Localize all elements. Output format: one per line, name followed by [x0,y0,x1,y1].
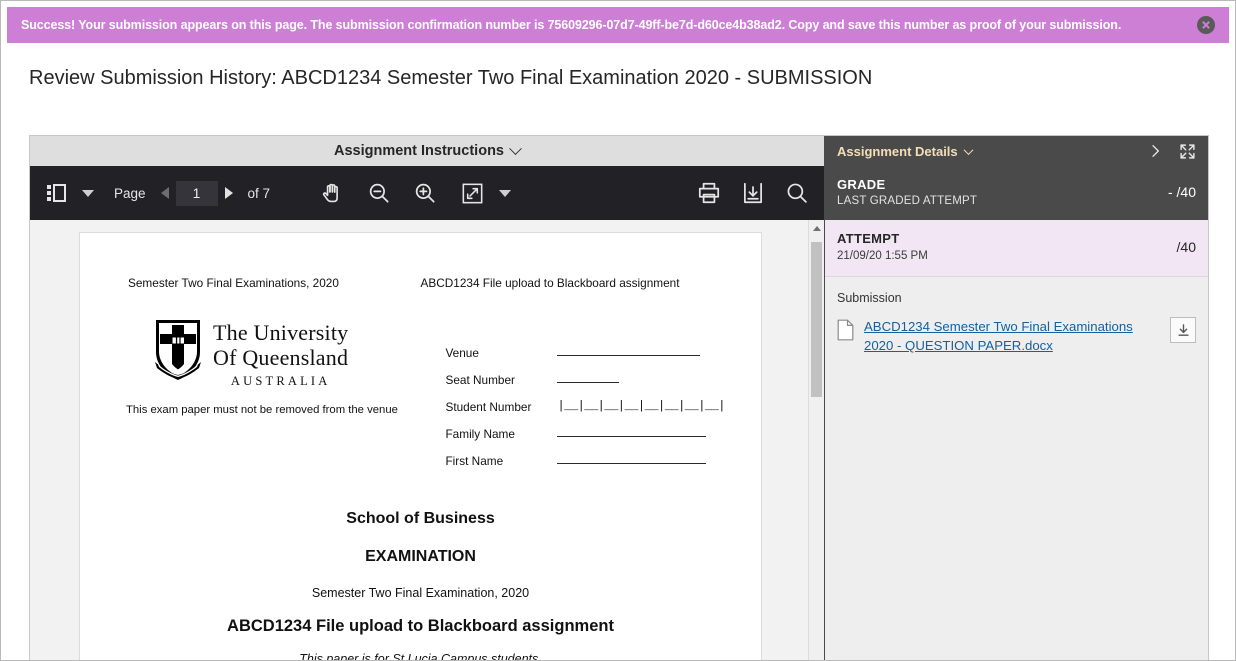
next-page-button[interactable] [224,187,233,199]
zoom-in-icon[interactable] [412,180,438,206]
field-label: First Name [445,454,504,468]
assignment-details-header: Assignment Details [825,136,1208,166]
school-name: School of Business [346,510,495,527]
chevron-right-icon[interactable] [1147,143,1163,159]
document-header-right: ABCD1234 File upload to Blackboard assig… [420,276,680,290]
assignment-details-panel: Assignment Details GRADE LAST GRADED ATT… [825,136,1209,660]
assignment-instructions-header[interactable]: Assignment Instructions [30,136,824,166]
success-banner-message: Success! Your submission appears on this… [21,18,1122,32]
scroll-up-arrow-icon[interactable] [809,220,824,236]
download-submission-button[interactable] [1170,317,1196,343]
field-write-line [557,355,701,356]
exam-removal-note: This exam paper must not be removed from… [126,404,398,417]
print-icon[interactable] [696,180,722,206]
field-write-line [557,436,707,437]
attempt-title: ATTEMPT [837,231,900,246]
field-label: Family Name [445,427,515,441]
campus-note: This paper is for St Lucia Campus studen… [299,652,542,661]
submission-section: Submission ABCD1234 Semester Two Final E… [825,277,1208,660]
field-label: Student Number [445,400,532,414]
success-banner: Success! Your submission appears on this… [7,7,1229,43]
logo-line-3: AUSTRALIA [230,374,331,389]
pdf-page-1: Semester Two Final Examinations, 2020 AB… [79,232,762,661]
document-header-left: Semester Two Final Examinations, 2020 [128,276,339,290]
field-row-seat-number: Seat Number [445,360,725,387]
page-title: Review Submission History: ABCD1234 Seme… [29,67,873,89]
attempt-row[interactable]: ATTEMPT 21/09/20 1:55 PM /40 [825,220,1208,277]
page-total-label: of 7 [247,185,271,201]
submission-label: Submission [837,291,902,305]
field-label: Venue [445,346,479,360]
document-file-icon [837,319,854,346]
field-write-line [557,463,707,464]
field-write-line [557,382,620,383]
caret-down-icon[interactable] [499,189,512,197]
field-digit-boxes: |__|__|__|__|__|__|__|__| [557,399,725,413]
document-running-header: Semester Two Final Examinations, 2020 AB… [80,276,761,290]
uq-crest-icon [155,320,201,380]
attempt-timestamp: 21/09/20 1:55 PM [837,250,928,262]
fit-page-icon[interactable] [460,181,485,206]
submission-file-row: ABCD1234 Semester Two Final Examinations… [837,317,1196,355]
chevron-down-icon[interactable] [963,144,974,155]
field-label: Seat Number [445,373,515,387]
previous-page-button[interactable] [160,187,169,199]
examination-heading: EXAMINATION [365,548,476,565]
field-row-family-name: Family Name [445,414,725,441]
pdf-vertical-scrollbar[interactable] [808,220,824,660]
scrollbar-thumb[interactable] [811,242,822,397]
submission-file-link[interactable]: ABCD1234 Semester Two Final Examinations… [864,317,1162,355]
caret-down-icon[interactable] [82,189,94,197]
chevron-down-icon [509,141,522,155]
fullscreen-expand-icon[interactable] [1179,143,1196,160]
pdf-viewer-area: Semester Two Final Examinations, 2020 AB… [30,220,824,661]
search-icon[interactable] [784,180,810,206]
page-number-input[interactable] [175,180,218,206]
field-row-venue: Venue [445,333,725,360]
pdf-toolbar: Page of 7 [30,166,824,220]
semester-line: Semester Two Final Examination, 2020 [311,586,530,600]
logo-line-1: The University [213,320,349,345]
panel-toggle-icon[interactable] [44,181,68,205]
grade-summary: GRADE LAST GRADED ATTEMPT - /40 [825,166,1208,220]
grade-score: - /40 [1167,184,1196,200]
zoom-out-icon[interactable] [366,180,392,206]
field-row-first-name: First Name [445,441,725,468]
pdf-scroll-port: Semester Two Final Examinations, 2020 AB… [30,220,808,661]
grade-subtitle: LAST GRADED ATTEMPT [837,195,978,207]
university-branding: The University Of Queensland AUSTRALIA T… [116,318,445,468]
logo-line-2: Of Queensland [213,344,349,370]
course-title: ABCD1234 File upload to Blackboard assig… [227,617,614,635]
assignment-instructions-panel: Assignment Instructions Page 1 of 7 Seme… [29,136,825,661]
submission-review-page: Success! Your submission appears on this… [0,0,1236,661]
document-body: The University Of Queensland AUSTRALIA T… [80,318,761,661]
content-frame: Assignment Instructions Page 1 of 7 Seme… [29,135,1209,661]
grade-title: GRADE [837,177,886,192]
page-label: Page [114,185,146,201]
field-row-student-number: Student Number |__|__|__|__|__|__|__|__| [445,387,725,414]
attempt-score: /40 [1176,238,1196,255]
student-detail-fields: Venue Seat Number Student Number |__|__|… [445,318,725,468]
close-icon[interactable] [1197,16,1215,34]
exam-title-block: School of Business EXAMINATION Semester … [80,510,761,661]
download-icon[interactable] [740,180,766,206]
hand-icon[interactable] [320,180,346,206]
assignment-details-title[interactable]: Assignment Details [837,144,958,159]
assignment-instructions-title: Assignment Instructions [334,143,504,159]
